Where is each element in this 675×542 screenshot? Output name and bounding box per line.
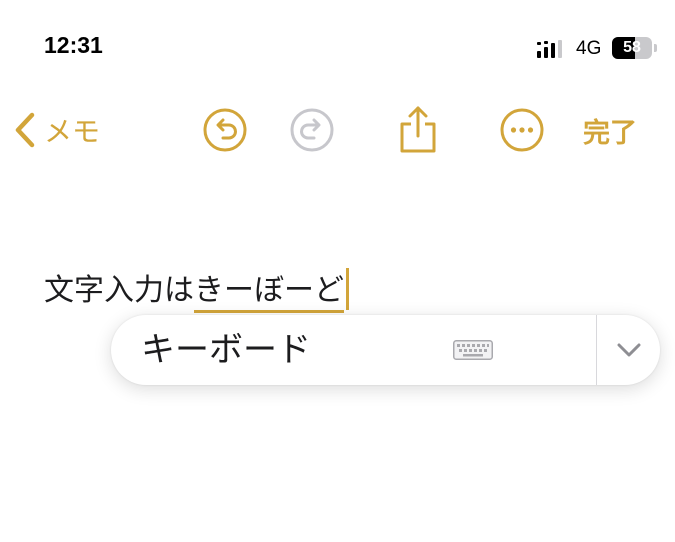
chevron-left-icon (15, 112, 35, 148)
note-text: 文字入力は (44, 273, 194, 308)
battery-tip (654, 44, 657, 52)
network-type: 4G (576, 38, 602, 59)
status-time: 12:31 (44, 32, 103, 58)
status-bar: 12:31 4G 58 (0, 0, 675, 100)
expand-candidates-button[interactable] (597, 315, 660, 385)
cellular-signal-icon (537, 40, 562, 58)
keyboard-icon (453, 340, 493, 360)
more-icon (500, 108, 544, 152)
suggestion-bar: キーボード (111, 315, 660, 385)
back-label: メモ (44, 115, 101, 148)
share-icon (400, 106, 436, 153)
suggestion-candidate[interactable]: キーボード (141, 315, 311, 385)
text-caret (346, 268, 349, 310)
note-text-area[interactable]: 文字入力はきーぼーど (44, 268, 349, 313)
back-button[interactable]: メモ (14, 100, 100, 160)
battery-level: 58 (623, 39, 641, 56)
share-button[interactable] (396, 100, 440, 160)
done-button[interactable]: 完了 (583, 100, 637, 160)
battery-indicator: 58 (612, 37, 652, 59)
undo-icon (203, 108, 247, 152)
toolbar: メモ 完了 (0, 100, 675, 160)
redo-button[interactable] (290, 100, 334, 160)
undo-button[interactable] (203, 100, 247, 160)
marked-text: きーぼーど (194, 273, 344, 313)
redo-icon (290, 108, 334, 152)
chevron-down-icon (617, 343, 640, 357)
more-button[interactable] (500, 100, 544, 160)
